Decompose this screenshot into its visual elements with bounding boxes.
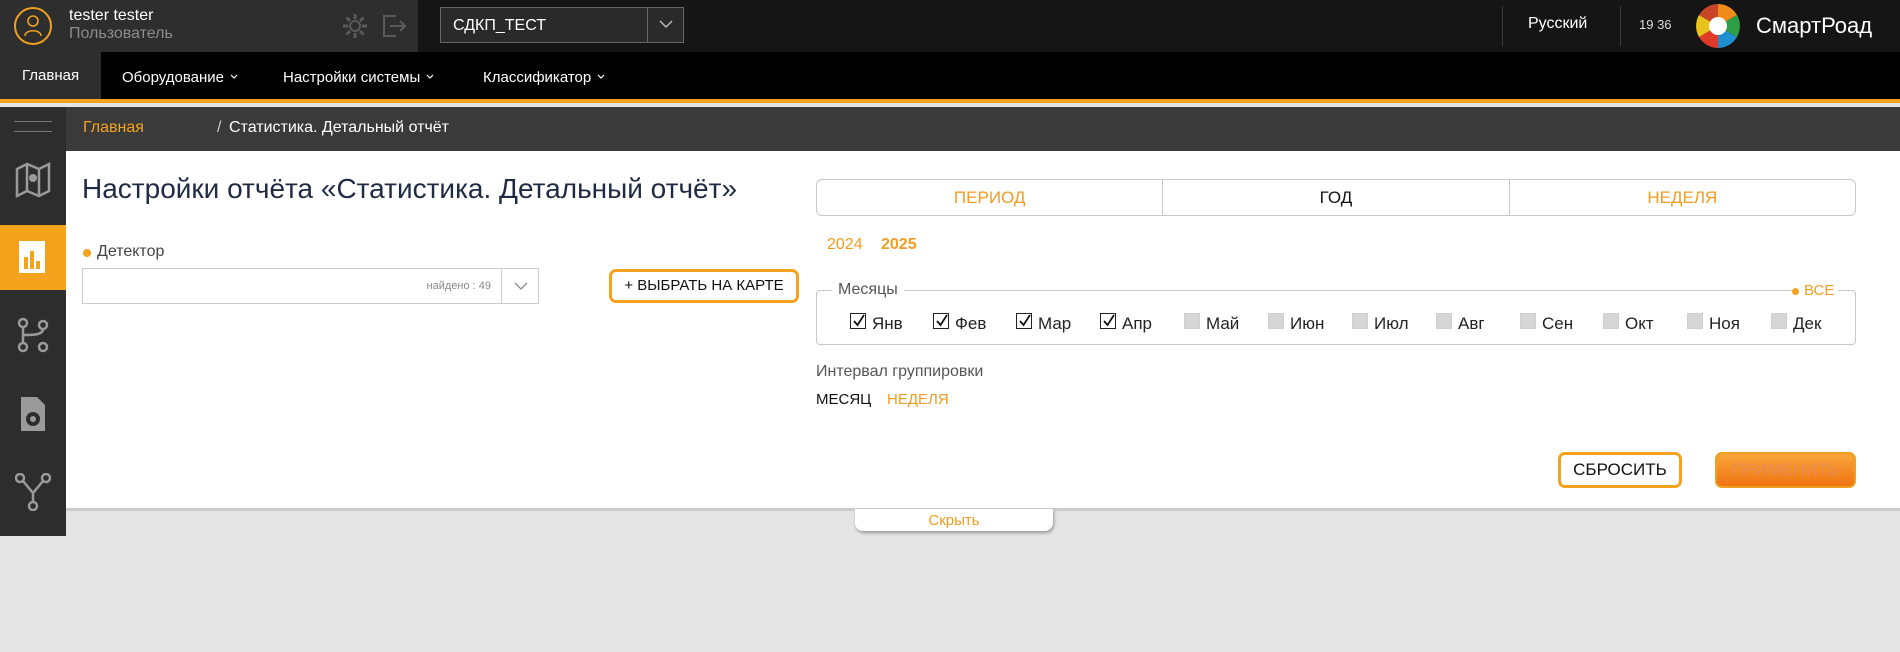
chevron-down-icon xyxy=(230,52,238,99)
nav-item-home[interactable]: Главная xyxy=(0,52,102,99)
tab-week[interactable]: НЕДЕЛЯ xyxy=(1510,180,1855,215)
clock-time: 19 36 xyxy=(1639,17,1672,32)
divider xyxy=(1620,6,1621,46)
month-label: Сен xyxy=(1542,314,1574,333)
language-switch[interactable]: Русский xyxy=(1528,15,1587,33)
breadcrumb-separator: / xyxy=(217,119,222,136)
all-label: ВСЕ xyxy=(1804,282,1835,299)
nav-item-label: Классификатор xyxy=(483,69,592,86)
checkbox-unchecked-icon[interactable] xyxy=(1268,313,1284,329)
sidebar-item-routes[interactable] xyxy=(0,303,66,368)
year-option[interactable]: 2024 xyxy=(827,236,863,254)
chevron-down-icon xyxy=(426,52,434,99)
user-role: Пользователь xyxy=(69,25,173,42)
sidebar-item-devices[interactable] xyxy=(0,381,66,446)
year-option-selected[interactable]: 2025 xyxy=(881,236,917,254)
nav-item-label: Оборудование xyxy=(122,69,225,86)
user-block: tester tester Пользователь xyxy=(0,0,418,52)
detector-select[interactable]: найдено : 49 xyxy=(82,268,539,304)
checkbox-unchecked-icon[interactable] xyxy=(1520,313,1536,329)
top-bar: tester tester Пользователь СДКП_ТЕСТ Рус… xyxy=(0,0,1900,52)
all-dot-icon xyxy=(1792,288,1799,295)
month-label: Июл xyxy=(1374,314,1409,333)
user-avatar-icon[interactable] xyxy=(14,7,52,45)
month-label: Дек xyxy=(1793,314,1822,333)
tab-year[interactable]: ГОД xyxy=(1163,180,1510,215)
detector-label: Детектор xyxy=(97,243,165,260)
checkbox-unchecked-icon[interactable] xyxy=(1771,313,1787,329)
select-on-map-button[interactable]: + ВЫБРАТЬ НА КАРТЕ xyxy=(609,269,799,303)
breadcrumb: Главная / Статистика. Детальный отчёт xyxy=(66,107,1900,151)
chart-report-icon xyxy=(19,241,45,273)
brand-name: СмартРоад xyxy=(1756,13,1873,38)
checkbox-checked-icon[interactable] xyxy=(1016,313,1032,329)
device-icon xyxy=(21,397,45,431)
logout-icon[interactable] xyxy=(380,12,408,40)
checkbox-unchecked-icon[interactable] xyxy=(1184,313,1200,329)
period-tabs: ПЕРИОД ГОД НЕДЕЛЯ xyxy=(816,179,1856,216)
map-icon xyxy=(15,161,51,199)
nav-item-label: Главная xyxy=(22,67,80,84)
project-select-value: СДКП_ТЕСТ xyxy=(453,17,546,34)
divider xyxy=(1502,6,1503,46)
checkbox-checked-icon[interactable] xyxy=(1100,313,1116,329)
network-icon xyxy=(15,473,51,511)
sidebar-item-reports[interactable] xyxy=(0,225,66,290)
detector-found-count: найдено : 49 xyxy=(426,280,491,292)
month-label: Окт xyxy=(1625,314,1654,333)
interval-month-option[interactable]: МЕСЯЦ xyxy=(816,391,871,408)
chevron-down-icon[interactable] xyxy=(647,8,683,42)
nav-item-system-settings[interactable]: Настройки системы xyxy=(283,52,434,99)
month-label: Июн xyxy=(1290,314,1325,333)
month-label: Янв xyxy=(872,314,903,333)
sidebar-item-map[interactable] xyxy=(0,147,66,212)
chevron-down-icon xyxy=(597,52,605,99)
route-icon xyxy=(17,317,49,353)
month-label: Авг xyxy=(1458,314,1485,333)
month-label: Фев xyxy=(955,314,987,333)
sidebar-item-network[interactable] xyxy=(0,459,66,524)
checkbox-checked-icon[interactable] xyxy=(850,313,866,329)
months-legend: Месяцы xyxy=(832,281,904,299)
month-label: Май xyxy=(1206,314,1240,333)
nav-item-label: Настройки системы xyxy=(283,69,421,86)
month-label: Апр xyxy=(1122,314,1152,333)
breadcrumb-home-link[interactable]: Главная xyxy=(83,119,144,137)
project-select[interactable]: СДКП_ТЕСТ xyxy=(440,7,684,43)
reset-button[interactable]: СБРОСИТЬ xyxy=(1558,452,1682,488)
sidebar xyxy=(0,107,66,536)
apply-button[interactable]: ПРИМЕНИТЬ xyxy=(1715,452,1856,488)
checkbox-unchecked-icon[interactable] xyxy=(1603,313,1619,329)
interval-label: Интервал группировки xyxy=(816,363,984,380)
checkbox-unchecked-icon[interactable] xyxy=(1352,313,1368,329)
main-nav: Главная Оборудование Настройки системы К… xyxy=(0,52,1900,103)
hide-panel-tab[interactable]: Скрыть xyxy=(855,509,1053,531)
page-title: Настройки отчёта «Статистика. Детальный … xyxy=(82,173,738,204)
user-name: tester tester xyxy=(69,7,154,24)
month-label: Ноя xyxy=(1709,314,1740,333)
tab-period[interactable]: ПЕРИОД xyxy=(817,180,1164,215)
month-label: Мар xyxy=(1038,314,1072,333)
hamburger-menu-icon[interactable] xyxy=(14,121,52,133)
interval-week-option[interactable]: НЕДЕЛЯ xyxy=(887,391,949,408)
checkbox-unchecked-icon[interactable] xyxy=(1436,313,1452,329)
settings-gear-icon[interactable] xyxy=(341,12,369,40)
chevron-down-icon[interactable] xyxy=(501,269,538,303)
checkbox-checked-icon[interactable] xyxy=(933,313,949,329)
nav-item-classifier[interactable]: Классификатор xyxy=(483,52,605,99)
checkbox-unchecked-icon[interactable] xyxy=(1687,313,1703,329)
required-dot-icon xyxy=(83,249,91,257)
smartroad-logo-icon xyxy=(1694,2,1742,50)
breadcrumb-current: Статистика. Детальный отчёт xyxy=(229,119,449,136)
nav-item-equipment[interactable]: Оборудование xyxy=(122,52,238,99)
